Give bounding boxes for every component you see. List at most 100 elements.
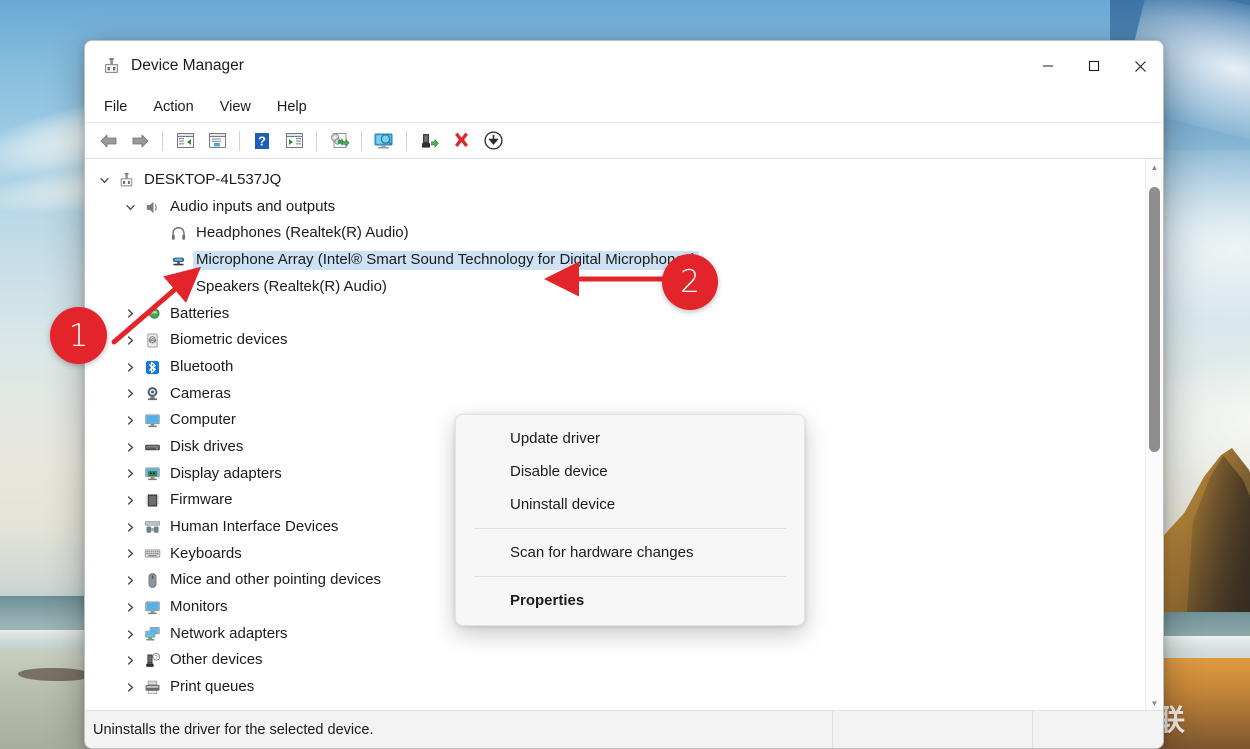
display-adapter-icon	[141, 464, 163, 484]
chevron-right-icon[interactable]	[119, 362, 141, 373]
monitor-icon	[141, 411, 163, 431]
uninstall-device-icon[interactable]	[446, 127, 476, 155]
forward-icon[interactable]	[125, 127, 155, 155]
close-button[interactable]	[1117, 41, 1163, 91]
tree-row-batteries[interactable]: Batteries	[85, 300, 1145, 327]
scroll-up-arrow-icon[interactable]: ▲	[1146, 159, 1163, 176]
device-manager-icon	[101, 56, 121, 76]
show-hide-console-tree-icon[interactable]	[170, 127, 200, 155]
tree-row-label: Network adapters	[170, 624, 288, 642]
camera-icon	[141, 384, 163, 404]
annotation-badge-1: 1	[50, 307, 107, 364]
hid-icon	[141, 517, 163, 537]
chevron-right-icon[interactable]	[119, 308, 141, 319]
chevron-right-icon[interactable]	[119, 468, 141, 479]
window-title: Device Manager	[131, 57, 244, 74]
tree-row-label: Keyboards	[170, 544, 242, 562]
tree-row-label: Monitors	[170, 598, 228, 616]
tree-row-label: Firmware	[170, 491, 233, 509]
menu-action[interactable]: Action	[140, 95, 206, 119]
disable-device-icon[interactable]	[478, 127, 508, 155]
tree-row-label: Display adapters	[170, 464, 282, 482]
enable-device-icon[interactable]	[414, 127, 444, 155]
status-bar: Uninstalls the driver for the selected d…	[85, 710, 1163, 748]
toolbar-separator	[361, 130, 362, 151]
toolbar: ?	[85, 123, 1163, 159]
status-cell-tertiary	[1033, 711, 1163, 748]
tree-row-root[interactable]: DESKTOP-4L537JQ	[85, 167, 1145, 194]
context-menu-separator	[474, 576, 786, 577]
menu-file[interactable]: File	[91, 95, 140, 119]
speaker-icon	[141, 197, 163, 217]
tree-row-microphone-array[interactable]: Microphone Array (Intel® Smart Sound Tec…	[85, 247, 1145, 274]
chevron-right-icon[interactable]	[119, 335, 141, 346]
toolbar-separator	[316, 130, 317, 151]
chevron-right-icon[interactable]	[119, 629, 141, 640]
keyboard-icon	[141, 544, 163, 564]
battery-icon	[141, 304, 163, 324]
tree-row-audio-inputs-and-outputs[interactable]: Audio inputs and outputs	[85, 194, 1145, 221]
svg-text:?: ?	[154, 655, 157, 661]
maximize-button[interactable]	[1071, 41, 1117, 91]
mouse-icon	[141, 571, 163, 591]
vertical-scrollbar[interactable]: ▲ ▼	[1145, 159, 1162, 712]
update-driver-icon[interactable]	[324, 127, 354, 155]
tree-row-headphones[interactable]: Headphones (Realtek(R) Audio)	[85, 220, 1145, 247]
minimize-button[interactable]	[1025, 41, 1071, 91]
chevron-down-icon[interactable]	[119, 202, 141, 213]
show-hide-action-pane-icon[interactable]	[279, 127, 309, 155]
fingerprint-icon	[141, 330, 163, 350]
toolbar-separator	[162, 130, 163, 151]
properties-icon[interactable]	[202, 127, 232, 155]
tree-row-bluetooth[interactable]: Bluetooth	[85, 354, 1145, 381]
ctx-properties[interactable]: Properties	[456, 584, 804, 617]
tree-row-label: Other devices	[170, 651, 263, 669]
network-adapter-icon	[141, 624, 163, 644]
scrollbar-thumb[interactable]	[1149, 187, 1160, 452]
chevron-right-icon[interactable]	[119, 415, 141, 426]
tree-row-label: Speakers (Realtek(R) Audio)	[196, 277, 387, 295]
device-manager-window: Device Manager File Action View Help ? D…	[84, 40, 1164, 749]
tree-row-label: Batteries	[170, 304, 230, 322]
menu-help[interactable]: Help	[264, 95, 320, 119]
tree-row-label: Audio inputs and outputs	[170, 197, 336, 215]
tree-row-biometric-devices[interactable]: Biometric devices	[85, 327, 1145, 354]
microphone-array-icon	[167, 250, 189, 270]
chevron-right-icon[interactable]	[119, 682, 141, 693]
chevron-right-icon[interactable]	[119, 388, 141, 399]
chevron-right-icon[interactable]	[119, 495, 141, 506]
menu-view[interactable]: View	[207, 95, 264, 119]
tree-row-label: Headphones (Realtek(R) Audio)	[196, 224, 409, 242]
help-icon[interactable]: ?	[247, 127, 277, 155]
speaker-icon	[167, 277, 189, 297]
title-bar: Device Manager	[85, 41, 1163, 91]
tree-row-label: Disk drives	[170, 437, 244, 455]
status-message: Uninstalls the driver for the selected d…	[85, 711, 833, 748]
chevron-right-icon[interactable]	[119, 442, 141, 453]
chevron-right-icon[interactable]	[119, 655, 141, 666]
ctx-uninstall-device[interactable]: Uninstall device	[456, 488, 804, 521]
back-icon[interactable]	[93, 127, 123, 155]
chevron-right-icon[interactable]	[119, 575, 141, 586]
scan-for-hardware-changes-icon[interactable]	[369, 127, 399, 155]
ctx-disable-device[interactable]: Disable device	[456, 455, 804, 488]
tree-row-label: Human Interface Devices	[170, 518, 339, 536]
tree-row-speakers[interactable]: Speakers (Realtek(R) Audio)	[85, 274, 1145, 301]
annotation-badge-2: 2	[662, 254, 718, 310]
tree-row-other-devices[interactable]: ? Other devices	[85, 647, 1145, 674]
chevron-right-icon[interactable]	[119, 522, 141, 533]
tree-row-label: Mice and other pointing devices	[170, 571, 381, 589]
chevron-right-icon[interactable]	[119, 602, 141, 613]
tree-row-cameras[interactable]: Cameras	[85, 381, 1145, 408]
desktop-wallpaper: 人 为互联 Device Manager	[0, 0, 1250, 749]
tree-row-label: Computer	[170, 411, 236, 429]
chevron-down-icon[interactable]	[93, 175, 115, 186]
ctx-update-driver[interactable]: Update driver	[456, 422, 804, 455]
tree-row-label: Print queues	[170, 678, 255, 696]
printer-icon	[141, 677, 163, 697]
tree-row-print-queues[interactable]: Print queues	[85, 674, 1145, 701]
menu-bar: File Action View Help	[85, 91, 1163, 123]
chevron-right-icon[interactable]	[119, 548, 141, 559]
ctx-scan-hardware-changes[interactable]: Scan for hardware changes	[456, 536, 804, 569]
svg-text:?: ?	[258, 133, 266, 148]
